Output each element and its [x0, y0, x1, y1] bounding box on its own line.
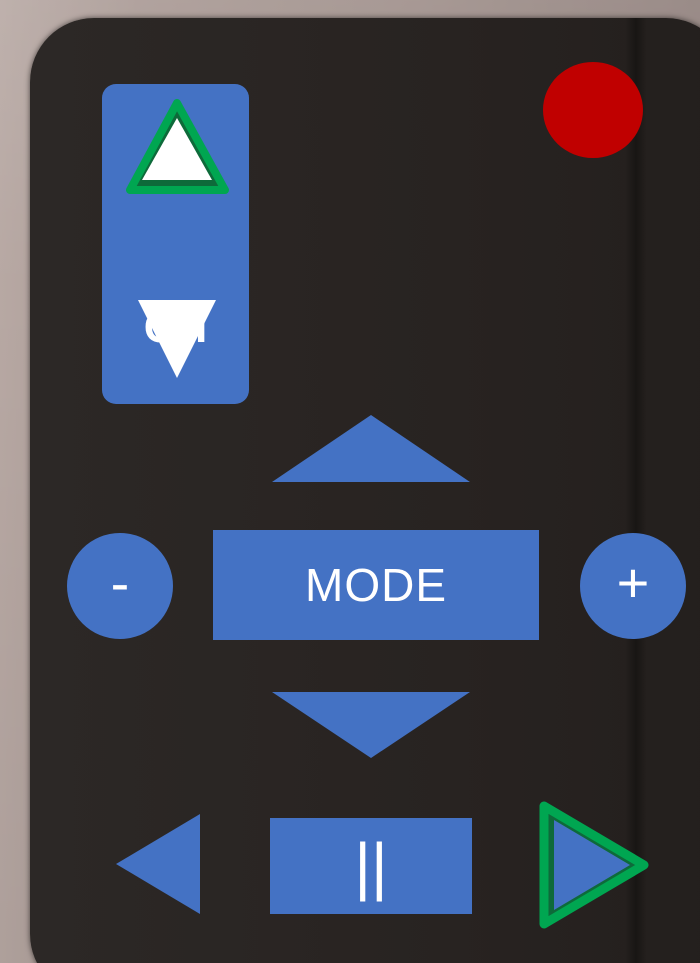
pause-button[interactable]: ||: [270, 818, 472, 914]
power-button[interactable]: [543, 62, 643, 158]
volume-up-button[interactable]: +: [580, 533, 686, 639]
mode-button[interactable]: MODE: [213, 530, 539, 640]
volume-down-button[interactable]: -: [67, 533, 173, 639]
remote-edge-shadow: [625, 18, 647, 963]
